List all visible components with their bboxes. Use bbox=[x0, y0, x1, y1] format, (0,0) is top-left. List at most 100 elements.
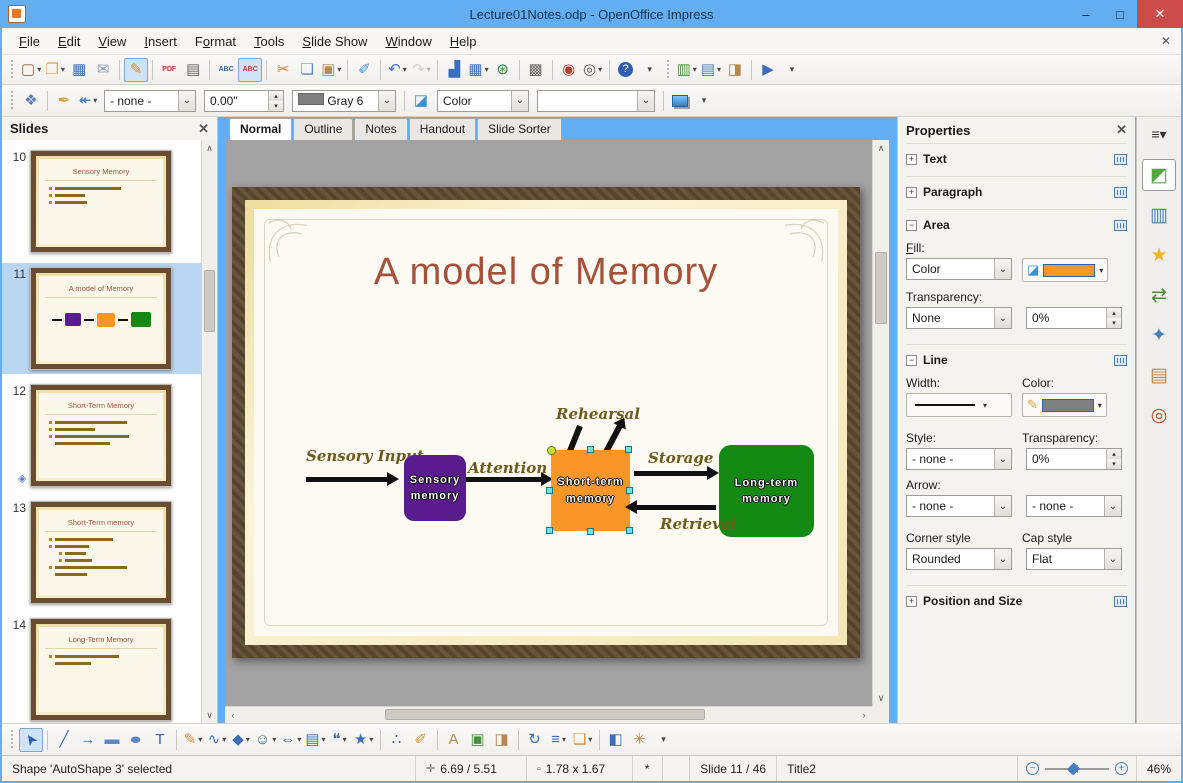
copy-icon[interactable]: ❏ bbox=[295, 58, 319, 82]
menu-edit[interactable]: Edit bbox=[49, 30, 89, 53]
chevron-down-icon[interactable]: ⌄ bbox=[511, 90, 528, 111]
chevron-down-icon[interactable]: ⌄ bbox=[994, 449, 1011, 469]
arrow-style-icon[interactable]: ↞ ▾ bbox=[76, 89, 100, 113]
collapse-icon[interactable]: − bbox=[906, 219, 917, 231]
dropdown-arrow-icon[interactable]: ▾ bbox=[598, 65, 602, 74]
glue-points-icon[interactable]: ✐ bbox=[409, 728, 433, 752]
slide-layout-icon[interactable]: ▤ ▾ bbox=[699, 58, 723, 82]
tab-navigator-icon[interactable]: ◎ bbox=[1142, 399, 1176, 431]
new-icon[interactable]: ▢ ▾ bbox=[19, 58, 43, 82]
scroll-up-icon[interactable]: ∧ bbox=[873, 140, 889, 156]
new-slide-icon[interactable]: ▥ ▾ bbox=[675, 58, 699, 82]
rectangle-tool-icon[interactable]: ▬ bbox=[100, 728, 124, 752]
label-storage[interactable]: Storage bbox=[648, 449, 713, 467]
arrow-attention[interactable] bbox=[466, 472, 553, 486]
chevron-down-icon[interactable]: ▾ bbox=[1098, 401, 1102, 410]
dropdown-arrow-icon[interactable]: ▾ bbox=[485, 65, 489, 74]
expand-icon[interactable]: + bbox=[906, 595, 917, 607]
close-button[interactable]: ✕ bbox=[1137, 0, 1183, 28]
expand-icon[interactable]: + bbox=[906, 186, 917, 198]
dropdown-arrow-icon[interactable]: ▾ bbox=[693, 65, 697, 74]
slide-transition-indicator[interactable]: ◈ bbox=[18, 472, 26, 485]
line-color-select[interactable]: Gray 6 ⌄ bbox=[292, 89, 396, 112]
save-icon[interactable]: ▦ bbox=[67, 58, 91, 82]
zoom-icon[interactable]: ◎ ▾ bbox=[581, 58, 605, 82]
tab-notes[interactable]: Notes bbox=[354, 118, 408, 140]
line-style-select[interactable]: - none - ⌄ bbox=[104, 89, 196, 112]
flowchart-icon[interactable]: ▤ ▾ bbox=[303, 728, 327, 752]
close-icon[interactable]: ✕ bbox=[198, 121, 209, 137]
toolbar-grip[interactable] bbox=[9, 90, 16, 111]
slides-scrollbar[interactable]: ∧ ∨ bbox=[201, 140, 217, 723]
format-paintbrush-icon[interactable]: ✐ bbox=[352, 58, 376, 82]
status-template[interactable]: Title2 bbox=[777, 756, 1017, 781]
from-file-icon[interactable]: ▣ bbox=[466, 728, 490, 752]
tab-styles-icon[interactable]: ✦ bbox=[1142, 319, 1176, 351]
presentation-overflow-icon[interactable]: ▾ bbox=[780, 58, 804, 82]
selection-handle[interactable] bbox=[626, 487, 633, 494]
dropdown-arrow-icon[interactable]: ▾ bbox=[343, 735, 347, 744]
scroll-right-icon[interactable]: › bbox=[856, 707, 872, 723]
chevron-down-icon[interactable]: ⌄ bbox=[1104, 549, 1121, 569]
tab-master-pages-icon[interactable]: ▥ bbox=[1142, 199, 1176, 231]
basic-shapes-icon[interactable]: ◆ ▾ bbox=[229, 728, 253, 752]
dialog-launcher-icon[interactable] bbox=[1114, 354, 1127, 366]
arrow-storage[interactable] bbox=[634, 466, 719, 480]
display-grid-icon[interactable]: ▩ bbox=[524, 58, 548, 82]
toolbar-grip[interactable] bbox=[664, 59, 672, 80]
chevron-down-icon[interactable]: ⌄ bbox=[637, 90, 654, 111]
zoom-track[interactable] bbox=[1044, 761, 1109, 776]
line-tool-icon[interactable]: ╱ bbox=[52, 728, 76, 752]
menu-format[interactable]: Format bbox=[186, 30, 245, 53]
selection-handle[interactable] bbox=[546, 487, 553, 494]
spin-down-icon[interactable]: ▾ bbox=[269, 100, 283, 111]
scroll-down-icon[interactable]: ∨ bbox=[873, 690, 889, 706]
selection-handle[interactable] bbox=[626, 527, 633, 534]
transparency-type-select[interactable]: None ⌄ bbox=[906, 307, 1012, 329]
zoom-percent[interactable]: 46% bbox=[1137, 762, 1181, 776]
dropdown-arrow-icon[interactable]: ▾ bbox=[369, 735, 373, 744]
horizontal-scrollbar[interactable]: ‹ › bbox=[225, 706, 872, 723]
export-pdf-icon[interactable]: PDF bbox=[157, 58, 181, 82]
interaction-icon[interactable]: ✳ bbox=[628, 728, 652, 752]
label-retrieval[interactable]: Retrieval bbox=[660, 515, 736, 533]
select-tool-icon[interactable]: ➤ bbox=[19, 727, 43, 752]
transparency-spinner[interactable]: 0% ▴ ▾ bbox=[1026, 307, 1122, 329]
zoom-thumb[interactable] bbox=[1067, 761, 1081, 776]
menu-help[interactable]: Help bbox=[441, 30, 486, 53]
chart-icon[interactable]: ▟ bbox=[442, 58, 466, 82]
shape-short-term-memory[interactable]: Short-term memory bbox=[551, 450, 630, 531]
dropdown-arrow-icon[interactable]: ▾ bbox=[562, 735, 566, 744]
ellipse-tool-icon[interactable]: ● bbox=[124, 728, 148, 752]
chevron-down-icon[interactable]: ⌄ bbox=[994, 496, 1011, 516]
spellcheck-icon[interactable]: ABC bbox=[214, 58, 238, 82]
tab-slide-sorter[interactable]: Slide Sorter bbox=[477, 118, 562, 140]
callouts-icon[interactable]: ❝ ▾ bbox=[328, 728, 352, 752]
navigator-icon[interactable]: ◉ bbox=[557, 58, 581, 82]
selection-handle[interactable] bbox=[546, 527, 553, 534]
spin-down-icon[interactable]: ▾ bbox=[1107, 459, 1121, 469]
toolbar-overflow-icon[interactable]: ▾ bbox=[638, 58, 662, 82]
zoom-slider[interactable]: − + bbox=[1016, 756, 1137, 781]
email-icon[interactable]: ✉ bbox=[91, 58, 115, 82]
selection-handle-rotate[interactable] bbox=[547, 446, 556, 455]
shadow-icon[interactable] bbox=[668, 89, 692, 113]
table-icon[interactable]: ▦ ▾ bbox=[466, 58, 490, 82]
arrow-sensory-input[interactable] bbox=[306, 472, 399, 486]
spin-up-icon[interactable]: ▴ bbox=[269, 90, 283, 101]
chevron-down-icon[interactable]: ⌄ bbox=[994, 308, 1011, 328]
arrow-retrieval[interactable] bbox=[625, 500, 716, 514]
chevron-down-icon[interactable]: ⌄ bbox=[178, 90, 195, 111]
tab-custom-animation-icon[interactable]: ★ bbox=[1142, 239, 1176, 271]
chevron-down-icon[interactable]: ▾ bbox=[983, 401, 987, 410]
scroll-down-icon[interactable]: ∨ bbox=[202, 707, 217, 723]
edit-points-icon[interactable]: ∴ bbox=[385, 728, 409, 752]
scrollbar-thumb[interactable] bbox=[204, 270, 215, 332]
spin-up-icon[interactable]: ▴ bbox=[1107, 308, 1121, 318]
fill-type-select[interactable]: Color ⌄ bbox=[906, 258, 1012, 280]
cut-icon[interactable]: ✂ bbox=[271, 58, 295, 82]
dropdown-arrow-icon[interactable]: ▾ bbox=[222, 735, 226, 744]
scrollbar-thumb[interactable] bbox=[385, 709, 705, 720]
chevron-down-icon[interactable]: ⌄ bbox=[378, 90, 395, 111]
dropdown-arrow-icon[interactable]: ▾ bbox=[297, 735, 301, 744]
